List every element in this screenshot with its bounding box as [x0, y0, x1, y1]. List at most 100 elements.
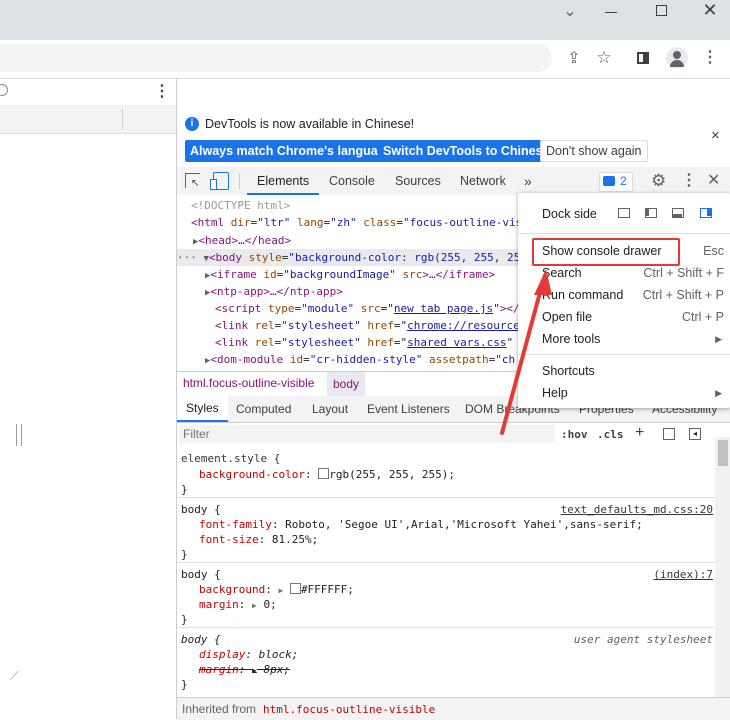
rule-body-defaults: body { text_defaults_md.css:20 font-fami…	[177, 498, 715, 563]
menu-item-shortcut: Ctrl + Shift + P	[642, 288, 724, 302]
dock-side-label: Dock side	[542, 207, 597, 221]
subtab-layout[interactable]: Layout	[312, 396, 348, 422]
dom-node-iframe[interactable]: ▶<iframe id="backgroundImage" src>…</ifr…	[205, 266, 495, 283]
maximize-icon[interactable]	[656, 5, 667, 16]
tab-network[interactable]: Network	[460, 167, 506, 195]
more-vert-icon[interactable]: ⋮	[154, 81, 170, 101]
rule-declaration[interactable]: background-color: rgb(255, 255, 255);	[199, 467, 455, 482]
rule-source-link[interactable]: (index):7	[653, 567, 713, 582]
subtab-styles[interactable]: Styles	[177, 396, 228, 422]
rule-selector: body {	[181, 503, 221, 516]
close-devtools-icon[interactable]: ✕	[707, 170, 720, 190]
chevron-down-icon[interactable]: ⌄	[560, 2, 580, 22]
rule-selector: element.style {	[181, 452, 281, 465]
submenu-arrow-icon: ▶	[715, 388, 722, 398]
inspect-element-icon[interactable]: ↖	[185, 173, 200, 189]
dock-right-icon[interactable]	[700, 208, 712, 218]
rule-selector: body {	[181, 568, 221, 581]
hover-state-toggle[interactable]: :hov	[561, 428, 588, 441]
rule-close: }	[181, 548, 188, 561]
undock-icon[interactable]	[618, 208, 630, 218]
switch-to-chinese-button[interactable]: Switch DevTools to Chinese	[378, 140, 555, 162]
page-top-strip: ⋮	[0, 79, 176, 106]
tab-sources[interactable]: Sources	[395, 167, 441, 195]
annotation-arrow-icon	[500, 269, 552, 435]
settings-gear-icon[interactable]: ⚙	[651, 171, 666, 191]
dom-node-link-2[interactable]: <link rel="stylesheet" href="shared vars…	[215, 334, 513, 351]
rule-declaration[interactable]: font-size: 81.25%;	[199, 532, 318, 547]
tab-elements[interactable]: Elements	[247, 167, 320, 195]
styles-filter-row: :hov .cls + ◂	[177, 423, 717, 447]
inherited-selector[interactable]: html.focus-outline-visible	[263, 703, 435, 716]
page-content-area: ⋮ ⟋	[0, 79, 177, 719]
close-window-icon[interactable]: ✕	[700, 0, 720, 20]
inherited-from-section: Inherited from html.focus-outline-visibl…	[177, 697, 730, 720]
issues-counter[interactable]: 2	[599, 172, 633, 192]
computed-sidebar-icon[interactable]: ◂	[689, 428, 701, 440]
rule-source-link[interactable]: text_defaults_md.css:20	[561, 502, 713, 517]
tab-console[interactable]: Console	[329, 167, 375, 195]
rule-body-user-agent: body { user agent stylesheet display: bl…	[177, 628, 715, 692]
address-bar[interactable]	[0, 44, 552, 72]
rule-declaration-overridden: margin: ▶ 8px;	[199, 663, 290, 676]
menu-separator	[518, 233, 730, 234]
bookmark-star-icon[interactable]: ☆	[594, 48, 614, 68]
dom-node-link-1[interactable]: <link rel="stylesheet" href="chrome://re…	[215, 317, 520, 334]
rule-selector: body {	[181, 633, 221, 646]
device-toolbar-icon[interactable]	[210, 172, 229, 190]
class-toggle[interactable]: .cls	[597, 428, 624, 441]
dom-node-ntp-app[interactable]: ▶<ntp-app>…</ntp-app>	[205, 283, 343, 300]
styles-scrollbar-thumb[interactable]	[718, 440, 728, 466]
color-swatch-icon[interactable]	[289, 583, 301, 594]
info-icon: i	[185, 117, 199, 131]
breadcrumb-html[interactable]: html.focus-outline-visible	[183, 376, 314, 390]
settings-icon[interactable]	[0, 84, 8, 96]
devtools-tab-bar: ↖ Elements Console Sources Network » 2 ⚙…	[177, 167, 730, 196]
minimize-icon[interactable]	[605, 12, 617, 13]
breadcrumb-body[interactable]: body	[327, 372, 366, 396]
color-swatch-icon[interactable]	[318, 468, 330, 479]
side-panel-icon[interactable]	[637, 52, 649, 64]
rule-declaration: display: block;	[199, 648, 299, 661]
dom-node-doctype[interactable]: <!DOCTYPE html>	[191, 197, 290, 214]
rule-element-style: element.style { background-color: rgb(25…	[177, 447, 715, 498]
customize-menu-icon[interactable]: ⋮	[681, 170, 697, 190]
rule-declaration[interactable]: margin: ▶ 0;	[199, 597, 277, 612]
share-icon[interactable]: ⇪	[564, 49, 584, 69]
dom-node-html[interactable]: <html dir="ltr" lang="zh" class="focus-o…	[191, 214, 529, 231]
subtab-event-listeners[interactable]: Event Listeners	[367, 396, 450, 422]
dont-show-again-button[interactable]: Don't show again	[540, 140, 648, 162]
menu-item-shortcut: Ctrl + P	[681, 310, 724, 324]
more-tabs-icon[interactable]: »	[524, 167, 532, 195]
profile-avatar[interactable]	[666, 47, 688, 69]
dom-node-dom-module[interactable]: ▶<dom-module id="cr-hidden-style" assetp…	[205, 351, 515, 368]
page-grey-strip	[0, 105, 176, 134]
info-bar-close-icon[interactable]: ×	[711, 127, 720, 144]
subtab-computed[interactable]: Computed	[236, 396, 291, 422]
dock-left-icon[interactable]	[645, 208, 657, 218]
rule-body-index: body { (index):7 background: ▶ #FFFFFF; …	[177, 563, 715, 628]
chrome-menu-icon[interactable]: ⋮	[700, 48, 720, 68]
resize-grip-icon[interactable]	[16, 424, 22, 446]
rule-close: }	[181, 613, 188, 626]
new-style-rule-icon[interactable]: +	[635, 424, 644, 442]
info-message: DevTools is now available in Chinese!	[205, 117, 415, 131]
rule-close: }	[181, 483, 188, 496]
dom-node-head[interactable]: ▶<head>…</head>	[193, 232, 291, 249]
always-match-language-button[interactable]: Always match Chrome's language	[185, 140, 398, 162]
submenu-arrow-icon: ▶	[715, 334, 722, 344]
rule-declaration[interactable]: font-family: Roboto, 'Segoe UI',Arial,'M…	[199, 517, 643, 532]
resize-corner-icon[interactable]: ⟋	[10, 669, 18, 684]
styles-pane: element.style { background-color: rgb(25…	[177, 447, 715, 697]
dock-bottom-icon[interactable]	[672, 208, 684, 218]
color-format-icon[interactable]	[663, 428, 675, 440]
browser-toolbar: ⇪ ☆ ⋮	[0, 40, 730, 79]
dock-side-row: Dock side	[518, 203, 730, 225]
rule-close: }	[181, 678, 188, 691]
issues-count: 2	[620, 174, 627, 188]
dom-node-script[interactable]: <script type="module" src="new tab page.…	[215, 300, 520, 317]
styles-scrollbar[interactable]	[715, 437, 730, 699]
rule-declaration[interactable]: background: ▶ #FFFFFF;	[199, 582, 354, 597]
language-info-bar: i DevTools is now available in Chinese! …	[177, 107, 730, 168]
rule-source-label: user agent stylesheet	[573, 633, 713, 646]
